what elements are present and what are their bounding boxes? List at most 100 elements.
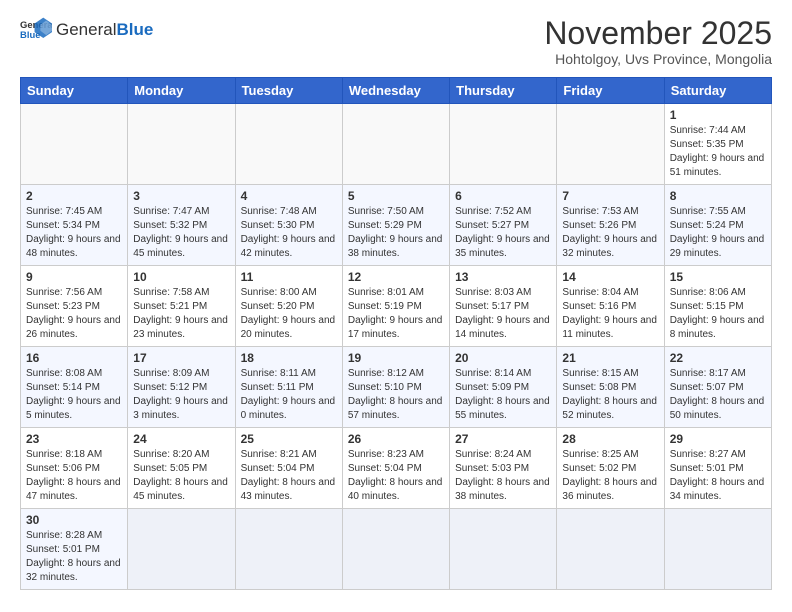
day-number: 26 (348, 432, 444, 446)
generalblue-logo-icon: General Blue (20, 16, 52, 44)
calendar-day-cell: 17Sunrise: 8:09 AM Sunset: 5:12 PM Dayli… (128, 347, 235, 428)
calendar-day-cell: 18Sunrise: 8:11 AM Sunset: 5:11 PM Dayli… (235, 347, 342, 428)
weekday-header-sunday: Sunday (21, 78, 128, 104)
calendar-day-cell (450, 509, 557, 590)
day-info: Sunrise: 7:50 AM Sunset: 5:29 PM Dayligh… (348, 205, 444, 261)
calendar-day-cell: 10 Sunrise: 7:58 AM Sunset: 5:21 PM Dayli… (128, 266, 235, 347)
day-number: 27 (455, 432, 551, 446)
calendar-week-row: 1 Sunrise: 7:44 AM Sunset: 5:35 PM Daylig… (21, 104, 772, 185)
calendar-day-cell (557, 509, 664, 590)
calendar-day-cell (235, 104, 342, 185)
page: General Blue GeneralBlue November 2025 H… (0, 0, 792, 606)
day-info: Sunrise: 8:24 AM Sunset: 5:03 PM Dayligh… (455, 448, 551, 504)
day-number: 30 (26, 513, 122, 527)
day-info: Sunrise: 7:47 AM Sunset: 5:32 PM Dayligh… (133, 205, 229, 261)
calendar-week-row: 9Sunrise: 7:56 AM Sunset: 5:23 PM Daylig… (21, 266, 772, 347)
calendar-day-cell: 7Sunrise: 7:53 AM Sunset: 5:26 PM Daylig… (557, 185, 664, 266)
calendar: SundayMondayTuesdayWednesdayThursdayFrid… (20, 77, 772, 590)
calendar-day-cell: 19Sunrise: 8:12 AM Sunset: 5:10 PM Dayli… (342, 347, 449, 428)
day-info: Sunrise: 7:48 AM Sunset: 5:30 PM Dayligh… (241, 205, 337, 261)
day-number: 13 (455, 270, 551, 284)
logo: General Blue GeneralBlue (20, 16, 153, 44)
day-number: 18 (241, 351, 337, 365)
calendar-day-cell (128, 509, 235, 590)
calendar-day-cell: 25 Sunrise: 8:21 AM Sunset: 5:04 PM Dayli… (235, 428, 342, 509)
day-number: 19 (348, 351, 444, 365)
calendar-day-cell: 29Sunrise: 8:27 AM Sunset: 5:01 PM Dayli… (664, 428, 771, 509)
title-block: November 2025 Hohtolgoy, Uvs Province, M… (544, 16, 772, 67)
calendar-day-cell (450, 104, 557, 185)
day-info: Sunrise: 8:17 AM Sunset: 5:07 PM Dayligh… (670, 367, 766, 423)
header: General Blue GeneralBlue November 2025 H… (20, 16, 772, 67)
calendar-day-cell: 6 Sunrise: 7:52 AM Sunset: 5:27 PM Daylig… (450, 185, 557, 266)
day-info: Sunrise: 7:55 AM Sunset: 5:24 PM Dayligh… (670, 205, 766, 261)
calendar-week-row: 2 Sunrise: 7:45 AM Sunset: 5:34 PM Daylig… (21, 185, 772, 266)
calendar-day-cell: 4 Sunrise: 7:48 AM Sunset: 5:30 PM Daylig… (235, 185, 342, 266)
calendar-day-cell (235, 509, 342, 590)
location: Hohtolgoy, Uvs Province, Mongolia (544, 51, 772, 67)
calendar-day-cell (21, 104, 128, 185)
calendar-day-cell: 14Sunrise: 8:04 AM Sunset: 5:16 PM Dayli… (557, 266, 664, 347)
weekday-header-tuesday: Tuesday (235, 78, 342, 104)
day-info: Sunrise: 8:00 AM Sunset: 5:20 PM Dayligh… (241, 286, 337, 342)
day-info: Sunrise: 7:53 AM Sunset: 5:26 PM Dayligh… (562, 205, 658, 261)
calendar-day-cell: 24Sunrise: 8:20 AM Sunset: 5:05 PM Dayli… (128, 428, 235, 509)
day-info: Sunrise: 7:58 AM Sunset: 5:21 PM Dayligh… (133, 286, 229, 342)
day-number: 8 (670, 189, 766, 203)
calendar-day-cell: 23Sunrise: 8:18 AM Sunset: 5:06 PM Dayli… (21, 428, 128, 509)
logo-text: GeneralBlue (56, 21, 153, 40)
day-number: 11 (241, 270, 337, 284)
calendar-day-cell: 9Sunrise: 7:56 AM Sunset: 5:23 PM Daylig… (21, 266, 128, 347)
day-number: 4 (241, 189, 337, 203)
day-number: 6 (455, 189, 551, 203)
calendar-day-cell (342, 509, 449, 590)
day-number: 3 (133, 189, 229, 203)
day-info: Sunrise: 8:27 AM Sunset: 5:01 PM Dayligh… (670, 448, 766, 504)
calendar-day-cell: 20 Sunrise: 8:14 AM Sunset: 5:09 PM Dayli… (450, 347, 557, 428)
day-number: 2 (26, 189, 122, 203)
day-number: 5 (348, 189, 444, 203)
calendar-day-cell: 13Sunrise: 8:03 AM Sunset: 5:17 PM Dayli… (450, 266, 557, 347)
day-info: Sunrise: 8:09 AM Sunset: 5:12 PM Dayligh… (133, 367, 229, 423)
weekday-header-saturday: Saturday (664, 78, 771, 104)
day-number: 22 (670, 351, 766, 365)
calendar-day-cell (557, 104, 664, 185)
calendar-day-cell (664, 509, 771, 590)
day-info: Sunrise: 7:45 AM Sunset: 5:34 PM Dayligh… (26, 205, 122, 261)
day-number: 20 (455, 351, 551, 365)
day-number: 23 (26, 432, 122, 446)
calendar-day-cell: 30 Sunrise: 8:28 AM Sunset: 5:01 PM Dayli… (21, 509, 128, 590)
weekday-header-thursday: Thursday (450, 78, 557, 104)
day-number: 21 (562, 351, 658, 365)
day-info: Sunrise: 8:01 AM Sunset: 5:19 PM Dayligh… (348, 286, 444, 342)
day-info: Sunrise: 8:04 AM Sunset: 5:16 PM Dayligh… (562, 286, 658, 342)
day-info: Sunrise: 7:44 AM Sunset: 5:35 PM Dayligh… (670, 124, 766, 180)
calendar-week-row: 23Sunrise: 8:18 AM Sunset: 5:06 PM Dayli… (21, 428, 772, 509)
calendar-day-cell (342, 104, 449, 185)
weekday-header-wednesday: Wednesday (342, 78, 449, 104)
day-info: Sunrise: 7:52 AM Sunset: 5:27 PM Dayligh… (455, 205, 551, 261)
day-info: Sunrise: 8:15 AM Sunset: 5:08 PM Dayligh… (562, 367, 658, 423)
calendar-day-cell: 8 Sunrise: 7:55 AM Sunset: 5:24 PM Daylig… (664, 185, 771, 266)
day-info: Sunrise: 8:06 AM Sunset: 5:15 PM Dayligh… (670, 286, 766, 342)
month-title: November 2025 (544, 16, 772, 51)
day-number: 25 (241, 432, 337, 446)
day-number: 1 (670, 108, 766, 122)
day-info: Sunrise: 8:25 AM Sunset: 5:02 PM Dayligh… (562, 448, 658, 504)
day-info: Sunrise: 8:23 AM Sunset: 5:04 PM Dayligh… (348, 448, 444, 504)
calendar-day-cell: 21 Sunrise: 8:15 AM Sunset: 5:08 PM Dayli… (557, 347, 664, 428)
weekday-header-friday: Friday (557, 78, 664, 104)
calendar-day-cell: 28Sunrise: 8:25 AM Sunset: 5:02 PM Dayli… (557, 428, 664, 509)
calendar-day-cell: 1 Sunrise: 7:44 AM Sunset: 5:35 PM Daylig… (664, 104, 771, 185)
day-number: 10 (133, 270, 229, 284)
day-number: 15 (670, 270, 766, 284)
calendar-day-cell (128, 104, 235, 185)
calendar-week-row: 30 Sunrise: 8:28 AM Sunset: 5:01 PM Dayli… (21, 509, 772, 590)
day-info: Sunrise: 8:14 AM Sunset: 5:09 PM Dayligh… (455, 367, 551, 423)
day-info: Sunrise: 7:56 AM Sunset: 5:23 PM Dayligh… (26, 286, 122, 342)
day-info: Sunrise: 8:21 AM Sunset: 5:04 PM Dayligh… (241, 448, 337, 504)
calendar-day-cell: 2 Sunrise: 7:45 AM Sunset: 5:34 PM Daylig… (21, 185, 128, 266)
day-info: Sunrise: 8:28 AM Sunset: 5:01 PM Dayligh… (26, 529, 122, 585)
calendar-week-row: 16Sunrise: 8:08 AM Sunset: 5:14 PM Dayli… (21, 347, 772, 428)
calendar-day-cell: 12Sunrise: 8:01 AM Sunset: 5:19 PM Dayli… (342, 266, 449, 347)
